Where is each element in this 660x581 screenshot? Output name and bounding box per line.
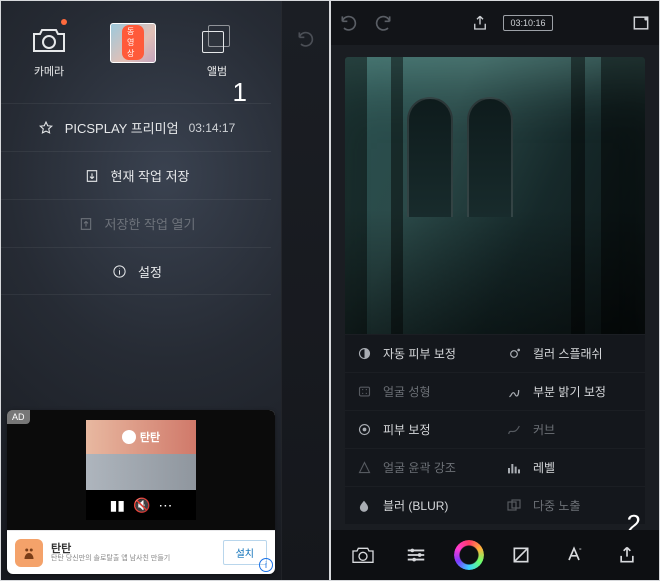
ad-footer: 탄탄 탄탄 당신만의 솔로탈출 앱 남사친 만들기 설치 (7, 530, 275, 574)
pause-icon: ▮▮ (110, 497, 125, 514)
ad-app-icon (15, 539, 43, 567)
info-icon (110, 264, 128, 279)
effect-dodge[interactable]: 부분 밝기 보정 (495, 372, 645, 410)
filter-ring-icon[interactable] (452, 538, 486, 572)
ad-media: 탄탄 ▮▮ 🔇 ⋯ (7, 410, 275, 530)
auto-skin-icon (355, 346, 373, 361)
video-thumbnail: 동영상 (110, 23, 156, 63)
camera-label: 카메라 (34, 63, 64, 79)
editor-bottombar: ° (331, 530, 659, 580)
face-shape-icon (355, 384, 373, 399)
row-settings[interactable]: 설정 (1, 247, 271, 295)
effect-contour[interactable]: 얼굴 윤곽 강조 (345, 448, 495, 486)
screen-2-editor: 03:10:16 PICSPLAY 자동 피부 보정 컬러 스플래쉬얼굴 성형 부분… (330, 0, 660, 581)
ad-logo-icon (122, 430, 136, 444)
premium-label: PICSPLAY 프리미엄 (65, 118, 179, 137)
star-icon (37, 120, 55, 136)
ad-title: 탄탄 (51, 543, 215, 555)
dodge-icon (505, 384, 523, 400)
curve-icon (505, 422, 523, 438)
annotation-1: 1 (233, 77, 247, 108)
ad-controls: ▮▮ 🔇 ⋯ (86, 490, 196, 520)
row-save[interactable]: 현재 작업 저장 (1, 151, 271, 199)
effect-label: 다중 노출 (533, 497, 581, 514)
effect-label: 얼굴 성형 (383, 383, 431, 400)
video-tag: 동영상 (122, 25, 144, 60)
camera-dot-icon (61, 19, 67, 25)
ad-brand: 탄탄 (140, 429, 160, 445)
effect-multiexp[interactable]: 다중 노출 (495, 486, 645, 524)
undo-icon[interactable] (339, 13, 359, 33)
source-video[interactable]: 동영상 (93, 23, 173, 63)
menu-rows: PICSPLAY 프리미엄 03:14:17 현재 작업 저장 저장한 작업 열… (1, 103, 271, 295)
export-tool-icon[interactable] (610, 538, 644, 572)
source-camera[interactable]: 카메라 (9, 23, 89, 79)
screen-1-menu: 카메라 동영상 앨범 1 PICSPLAY 프리미엄 03:14 (0, 0, 330, 581)
export-timer: 03:10:16 (503, 15, 552, 31)
effect-skin[interactable]: 피부 보정 (345, 410, 495, 448)
canvas-preview[interactable]: PICSPLAY (345, 57, 645, 361)
effect-curve[interactable]: 커브 (495, 410, 645, 448)
multiexp-icon (505, 498, 523, 514)
upload-icon (77, 216, 95, 232)
effect-label: 얼굴 윤곽 강조 (383, 459, 456, 476)
source-album[interactable]: 앨범 (177, 23, 257, 79)
ad-sub: 탄탄 당신만의 솔로탈출 앱 남사친 만들기 (51, 555, 215, 563)
more-icon: ⋯ (158, 497, 172, 514)
mute-icon: 🔇 (133, 497, 150, 514)
effect-splash[interactable]: 컬러 스플래쉬 (495, 334, 645, 372)
effect-face-shape[interactable]: 얼굴 성형 (345, 372, 495, 410)
album-label: 앨범 (207, 63, 227, 79)
splash-icon (505, 346, 523, 362)
share-icon[interactable] (471, 14, 489, 32)
download-icon (83, 168, 101, 184)
premium-timer: 03:14:17 (189, 121, 236, 135)
effect-blur[interactable]: 블러 (BLUR) (345, 486, 495, 524)
effect-label: 부분 밝기 보정 (533, 383, 606, 400)
effect-label: 컬러 스플래쉬 (533, 345, 603, 362)
text-tool-icon[interactable]: ° (557, 538, 591, 572)
skin-icon (355, 422, 373, 437)
row-open-saved: 저장한 작업 열기 (1, 199, 271, 247)
undo-icon[interactable] (295, 29, 317, 54)
open-label: 저장한 작업 열기 (105, 214, 196, 233)
svg-text:°: ° (579, 547, 582, 555)
effect-level[interactable]: 레벨 (495, 448, 645, 486)
settings-label: 설정 (138, 262, 162, 281)
level-icon (505, 461, 523, 475)
effect-label: 자동 피부 보정 (383, 345, 456, 362)
redo-icon[interactable] (373, 13, 393, 33)
contour-icon (355, 460, 373, 475)
effect-auto-skin[interactable]: 자동 피부 보정 (345, 334, 495, 372)
editor-topbar: 03:10:16 (331, 1, 659, 45)
effect-label: 커브 (533, 421, 555, 438)
blur-icon (355, 498, 373, 514)
effect-label: 블러 (BLUR) (383, 497, 448, 514)
save-label: 현재 작업 저장 (111, 166, 190, 185)
effects-grid: 자동 피부 보정 컬러 스플래쉬얼굴 성형 부분 밝기 보정피부 보정 커브얼굴 윤곽… (345, 334, 645, 524)
camera-tool-icon[interactable] (346, 538, 380, 572)
ad-card[interactable]: AD 탄탄 ▮▮ 🔇 ⋯ 탄탄 탄탄 당신만의 솔로탈출 (7, 410, 275, 574)
top-sources: 카메라 동영상 앨범 (1, 1, 271, 85)
album-icon (200, 23, 234, 57)
crop-tool-icon[interactable] (504, 538, 538, 572)
adjust-tool-icon[interactable] (399, 538, 433, 572)
row-premium[interactable]: PICSPLAY 프리미엄 03:14:17 (1, 103, 271, 151)
adchoices-icon[interactable]: i (259, 558, 273, 572)
camera-icon (29, 23, 69, 57)
right-rail (281, 1, 329, 580)
ad-badge: AD (7, 410, 30, 424)
effect-label: 레벨 (533, 459, 555, 476)
effect-label: 피부 보정 (383, 421, 431, 438)
compare-icon[interactable] (631, 13, 651, 33)
